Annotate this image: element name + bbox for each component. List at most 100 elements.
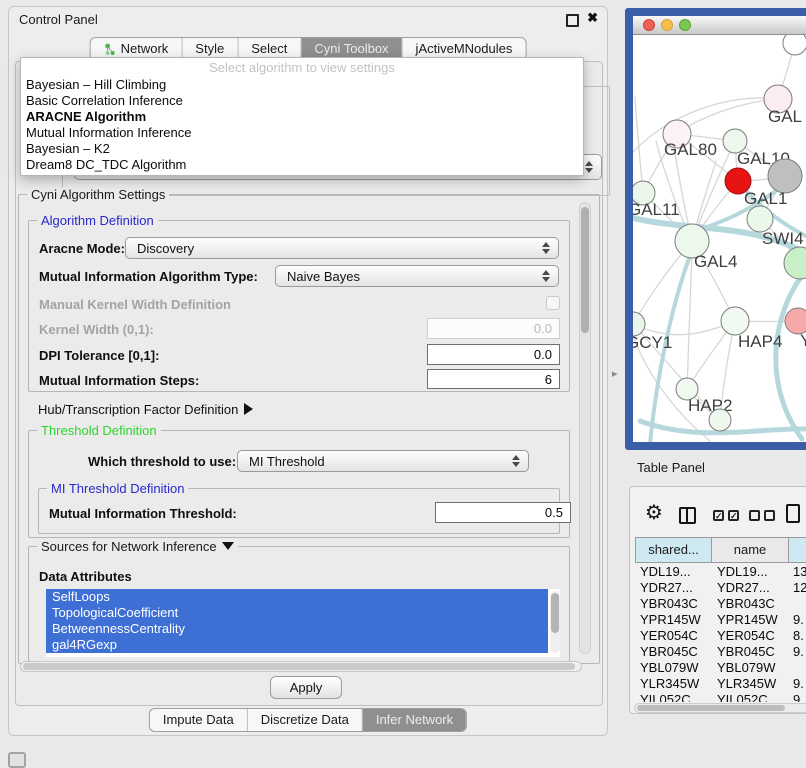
zoom-traffic-light-icon[interactable] (679, 19, 691, 31)
table-body: YDL19...YDL19...13YDR27...YDR27...12YBR0… (635, 564, 806, 702)
gear-icon[interactable]: ⚙ (645, 500, 663, 524)
minimize-traffic-light-icon[interactable] (661, 19, 673, 31)
manual-kernel-width-checkbox[interactable] (546, 296, 560, 310)
aracne-mode-combobox[interactable]: Discovery (125, 237, 559, 259)
network-canvas[interactable]: GALGAL80GAL10GAL1GAL11SWI4GAL4GCY1HAP4YH… (633, 35, 806, 442)
network-edge[interactable] (635, 97, 643, 193)
dpi-tolerance-field[interactable]: 0.0 (427, 344, 560, 365)
algorithm-option[interactable]: Dream8 DC_TDC Algorithm (21, 157, 583, 173)
mi-threshold-field[interactable]: 0.5 (435, 502, 571, 523)
algorithm-option[interactable]: Basic Correlation Inference (21, 93, 583, 109)
export-table-icon[interactable] (786, 504, 800, 523)
network-window-titlebar[interactable] (633, 16, 806, 35)
network-node[interactable] (783, 35, 806, 55)
settings-horizontal-scrollbar[interactable] (20, 661, 582, 672)
table-row[interactable]: YBL079WYBL079W (635, 660, 806, 676)
table-cell: YIL052C (635, 692, 712, 702)
algorithm-popup-placeholder: Select algorithm to view settings (21, 59, 583, 77)
scrollbar-thumb[interactable] (637, 705, 785, 711)
table-cell: YIL052C (712, 692, 789, 702)
group-title: Sources for Network Inference (37, 539, 238, 554)
network-view-window[interactable]: GALGAL80GAL10GAL1GAL11SWI4GAL4GCY1HAP4YH… (625, 8, 806, 450)
combobox-arrows-icon (542, 242, 549, 254)
algorithm-option[interactable]: ARACNE Algorithm (21, 109, 583, 125)
table-row[interactable]: YDL19...YDL19...13 (635, 564, 806, 580)
algorithm-option[interactable]: Bayesian – K2 (21, 141, 583, 157)
tab-discretize-data[interactable]: Discretize Data (247, 709, 362, 731)
network-graph[interactable]: GALGAL80GAL10GAL1GAL11SWI4GAL4GCY1HAP4YH… (633, 35, 806, 442)
table-row[interactable]: YPR145WYPR145W9. (635, 612, 806, 628)
data-attributes-list[interactable]: SelfLoopsTopologicalCoefficientBetweenne… (46, 589, 560, 657)
node-label: GAL11 (633, 200, 680, 219)
control-panel-window: Control Panel ✖ Network Style Select Cyn… (8, 6, 608, 736)
data-attribute-option[interactable]: BetweennessCentrality (46, 621, 548, 637)
list-scrollbar[interactable] (550, 591, 560, 653)
data-attribute-option[interactable]: SelfLoops (46, 589, 548, 605)
float-window-icon[interactable] (566, 14, 579, 27)
scrollbar-thumb[interactable] (551, 593, 559, 633)
apply-button[interactable]: Apply (270, 676, 342, 699)
table-cell: YDL19... (712, 564, 789, 580)
network-edge[interactable] (687, 253, 692, 389)
network-icon (104, 43, 117, 56)
table-row[interactable]: YBR043CYBR043C (635, 596, 806, 612)
which-threshold-label: Which threshold to use: (88, 454, 236, 469)
combobox-value: Naive Bayes (287, 269, 360, 284)
scrollbar-thumb[interactable] (23, 663, 575, 670)
columns-icon[interactable] (679, 507, 696, 524)
collapsed-arrow-icon (244, 403, 253, 415)
table-row[interactable]: YLR345WYLR345W9. (635, 676, 806, 692)
mi-threshold-definition-group: MI Threshold Definition Mutual Informati… (38, 488, 560, 534)
column-header[interactable]: name (712, 537, 789, 563)
hub-definition-label: Hub/Transcription Factor Definition (38, 402, 238, 417)
close-icon[interactable]: ✖ (587, 10, 598, 26)
algorithm-option[interactable]: Bayesian – Hill Climbing (21, 77, 583, 93)
select-all-checkboxes-icon[interactable]: ✓✓ (713, 510, 739, 521)
mi-steps-label: Mutual Information Steps: (39, 373, 199, 388)
deselect-all-checkboxes-icon[interactable] (749, 510, 775, 521)
network-node[interactable] (768, 159, 802, 193)
algorithm-popup-list: Bayesian – Hill ClimbingBasic Correlatio… (21, 77, 583, 173)
kernel-width-label: Kernel Width (0,1): (39, 322, 154, 337)
splitter-collapse-icon[interactable]: ▸ (612, 367, 618, 380)
data-attribute-option[interactable]: TopologicalCoefficient (46, 605, 548, 621)
combobox-arrows-icon (585, 161, 592, 173)
combobox-arrows-icon (542, 270, 549, 282)
hub-definition-toggle[interactable]: Hub/Transcription Factor Definition (38, 402, 253, 417)
data-attribute-option[interactable]: gal4RGexp (46, 637, 548, 653)
column-header[interactable]: shared... (635, 537, 712, 563)
table-cell: 9. (789, 692, 806, 702)
group-title: Threshold Definition (37, 423, 161, 438)
tab-impute-data[interactable]: Impute Data (150, 709, 247, 731)
table-row[interactable]: YIL052CYIL052C9. (635, 692, 806, 702)
network-node[interactable] (784, 247, 806, 279)
aracne-mode-label: Aracne Mode: (39, 241, 125, 256)
table-horizontal-scrollbar[interactable] (634, 703, 806, 713)
network-node[interactable] (721, 307, 749, 335)
settings-vertical-scrollbar[interactable] (579, 202, 591, 654)
table-row[interactable]: YER054CYER054C8. (635, 628, 806, 644)
algorithm-option[interactable]: Mutual Information Inference (21, 125, 583, 141)
combobox-value: MI Threshold (249, 454, 325, 469)
scrollbar-thumb[interactable] (581, 207, 589, 333)
tab-infer-network[interactable]: Infer Network (362, 709, 466, 731)
table-cell: 12 (789, 580, 806, 596)
minimized-panel-icon[interactable] (8, 752, 26, 768)
kernel-width-field[interactable]: 0.0 (427, 318, 560, 339)
table-row[interactable]: YBR045CYBR045C9. (635, 644, 806, 660)
mi-steps-field[interactable]: 6 (427, 369, 560, 389)
network-node[interactable] (709, 409, 731, 431)
network-edge[interactable] (776, 276, 802, 439)
table-row[interactable]: YDR27...YDR27...12 (635, 580, 806, 596)
column-header[interactable] (789, 537, 806, 563)
which-threshold-combobox[interactable]: MI Threshold (237, 450, 529, 472)
bottom-tabs: Impute Data Discretize Data Infer Networ… (149, 708, 467, 732)
close-traffic-light-icon[interactable] (643, 19, 655, 31)
node-label: GAL1 (744, 189, 787, 208)
mi-algorithm-type-combobox[interactable]: Naive Bayes (275, 265, 559, 287)
table-cell: 9. (789, 676, 806, 692)
mi-threshold-label: Mutual Information Threshold: (49, 506, 237, 521)
network-edge[interactable] (677, 99, 778, 134)
table-cell: 8. (789, 628, 806, 644)
dpi-tolerance-label: DPI Tolerance [0,1]: (39, 348, 159, 363)
